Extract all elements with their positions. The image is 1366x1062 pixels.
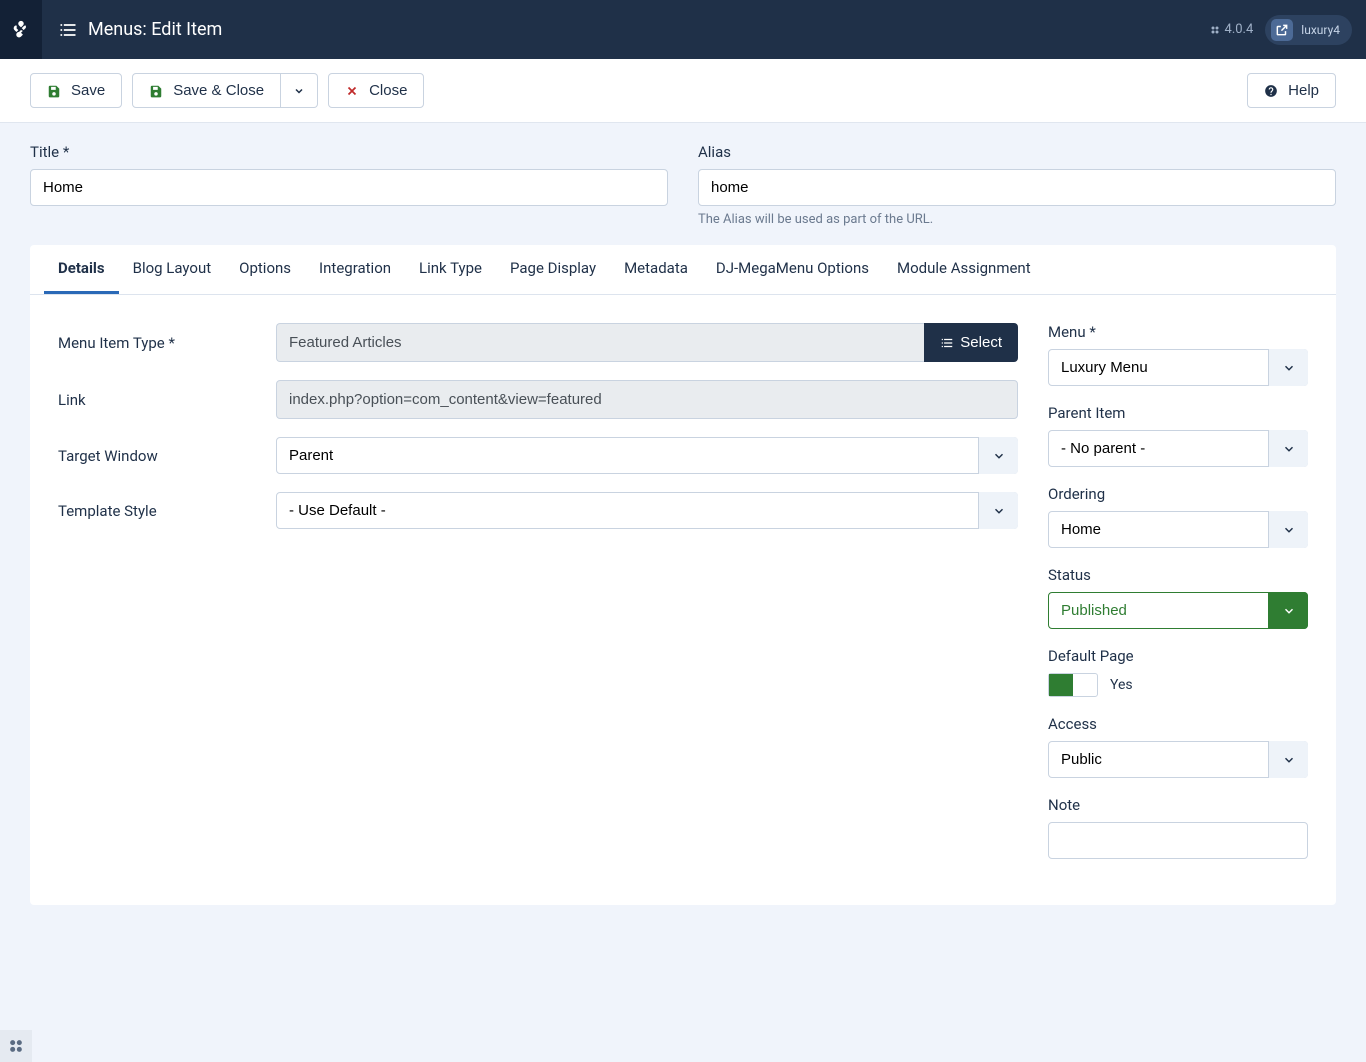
- user-pill[interactable]: luxury4: [1265, 15, 1352, 45]
- header-bar: Menus: Edit Item 4.0.4 luxury4: [0, 0, 1366, 59]
- alias-label: Alias: [698, 143, 1336, 161]
- parent-select[interactable]: - No parent -: [1048, 430, 1308, 467]
- ordering-label: Ordering: [1048, 485, 1308, 503]
- save-close-dropdown[interactable]: [281, 73, 318, 108]
- target-window-select[interactable]: Parent: [276, 437, 1018, 474]
- target-window-label: Target Window: [58, 447, 276, 465]
- close-button[interactable]: Close: [328, 73, 424, 108]
- menu-item-type-value: [276, 323, 924, 362]
- title-input[interactable]: [30, 169, 668, 206]
- parent-label: Parent Item: [1048, 404, 1308, 422]
- username: luxury4: [1301, 23, 1340, 37]
- save-button[interactable]: Save: [30, 73, 122, 108]
- note-input[interactable]: [1048, 822, 1308, 859]
- select-type-button[interactable]: Select: [924, 323, 1018, 362]
- access-label: Access: [1048, 715, 1308, 733]
- joomla-small-icon: [1209, 24, 1221, 36]
- tab-blog-layout[interactable]: Blog Layout: [119, 245, 226, 294]
- list-icon: [58, 20, 78, 40]
- access-select[interactable]: Public: [1048, 741, 1308, 778]
- tabs: Details Blog Layout Options Integration …: [30, 245, 1336, 295]
- ordering-select[interactable]: Home: [1048, 511, 1308, 548]
- default-page-label: Default Page: [1048, 647, 1308, 665]
- status-label: Status: [1048, 566, 1308, 584]
- alias-input[interactable]: [698, 169, 1336, 206]
- list-icon: [940, 336, 954, 350]
- header-right: 4.0.4 luxury4: [1209, 15, 1366, 45]
- footer-logo[interactable]: [0, 1030, 32, 1062]
- joomla-icon: [10, 19, 32, 41]
- close-icon: [345, 84, 359, 98]
- page-title: Menus: Edit Item: [88, 19, 222, 40]
- status-select[interactable]: Published: [1048, 592, 1308, 629]
- save-icon: [47, 84, 61, 98]
- tab-page-display[interactable]: Page Display: [496, 245, 610, 294]
- tab-options[interactable]: Options: [225, 245, 305, 294]
- default-page-value: Yes: [1110, 677, 1133, 693]
- tab-module-assignment[interactable]: Module Assignment: [883, 245, 1045, 294]
- default-page-toggle[interactable]: [1048, 673, 1098, 697]
- help-button[interactable]: Help: [1247, 73, 1336, 108]
- save-icon: [149, 84, 163, 98]
- help-icon: [1264, 84, 1278, 98]
- header-left: Menus: Edit Item: [0, 0, 238, 59]
- version-label: 4.0.4: [1209, 22, 1254, 37]
- link-value: [276, 380, 1018, 419]
- joomla-logo[interactable]: [0, 0, 42, 59]
- title-label: Title *: [30, 143, 668, 161]
- link-label: Link: [58, 391, 276, 409]
- page-title-box: Menus: Edit Item: [42, 19, 238, 40]
- save-close-group: Save & Close: [132, 73, 318, 108]
- toolbar: Save Save & Close Close Help: [0, 59, 1366, 123]
- external-link-icon: [1271, 19, 1293, 41]
- template-style-label: Template Style: [58, 502, 276, 520]
- menu-label: Menu *: [1048, 323, 1308, 341]
- tab-metadata[interactable]: Metadata: [610, 245, 702, 294]
- chevron-down-icon: [293, 85, 305, 97]
- template-style-select[interactable]: - Use Default -: [276, 492, 1018, 529]
- note-label: Note: [1048, 796, 1308, 814]
- tab-dj-megamenu[interactable]: DJ-MegaMenu Options: [702, 245, 883, 294]
- menu-select[interactable]: Luxury Menu: [1048, 349, 1308, 386]
- alias-help: The Alias will be used as part of the UR…: [698, 212, 1336, 227]
- tab-details[interactable]: Details: [44, 245, 119, 294]
- tab-link-type[interactable]: Link Type: [405, 245, 496, 294]
- tab-integration[interactable]: Integration: [305, 245, 405, 294]
- menu-item-type-label: Menu Item Type *: [58, 334, 276, 352]
- save-close-button[interactable]: Save & Close: [132, 73, 281, 108]
